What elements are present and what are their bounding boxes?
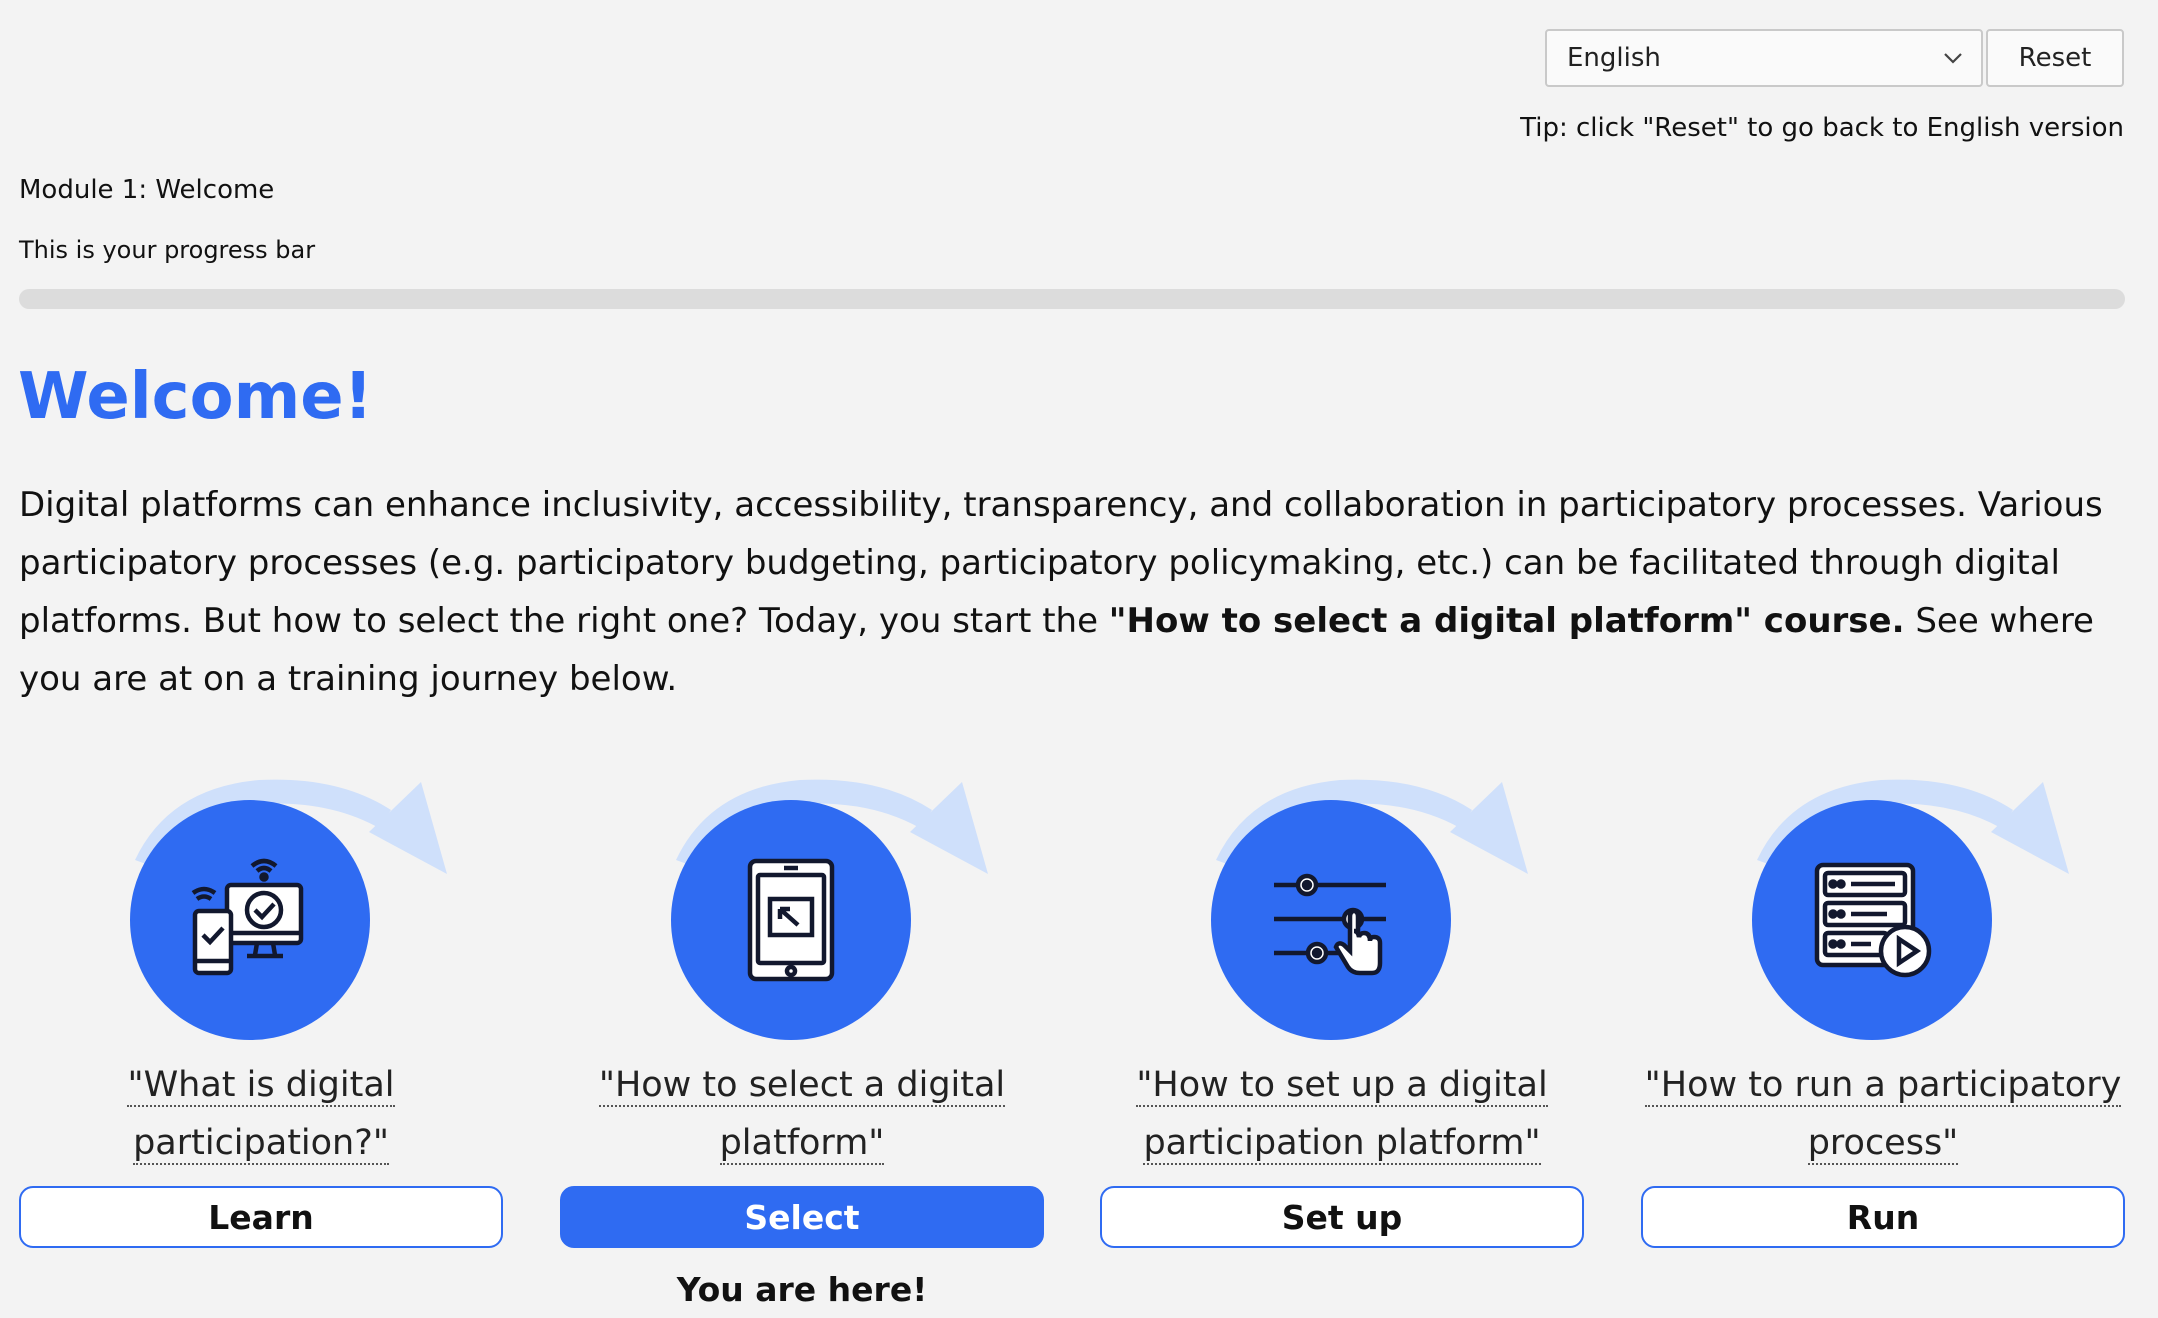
step-caption: "How to run a participatory process" [1644,1065,2122,1165]
journey-step-run: "How to run a participatory process" Run [1641,770,2125,1248]
learn-button[interactable]: Learn [19,1186,503,1248]
journey-step-select: "How to select a digital platform" Selec… [560,770,1044,1309]
language-select-value: English [1567,43,1661,73]
journey-step-learn: "What is digital participation?" Learn [19,770,503,1248]
chevron-down-icon [1944,53,1962,64]
step-caption: "What is digital participation?" [127,1065,395,1165]
progress-bar [19,289,2125,309]
step-caption: "How to select a digital platform" [598,1065,1006,1165]
module-title: Module 1: Welcome [19,175,275,205]
language-select[interactable]: English [1545,29,1983,87]
step-caption: "How to set up a digital participation p… [1136,1065,1548,1165]
page-title: Welcome! [18,360,373,434]
journey-step-setup: "How to set up a digital participation p… [1100,770,1584,1248]
reset-tip: Tip: click "Reset" to go back to English… [1520,113,2124,143]
step-icon-circle [671,800,911,1040]
step-icon-circle [1211,800,1451,1040]
reset-button[interactable]: Reset [1986,29,2124,87]
progress-label: This is your progress bar [19,236,316,264]
tablet-select-icon [747,858,835,982]
run-button[interactable]: Run [1641,1186,2125,1248]
language-controls: English Reset [1545,29,2124,87]
devices-check-icon [191,858,304,976]
setup-button[interactable]: Set up [1100,1186,1584,1248]
intro-paragraph: Digital platforms can enhance inclusivit… [19,476,2129,708]
select-button[interactable]: Select [560,1186,1044,1248]
step-icon-circle [130,800,370,1040]
server-play-icon [1814,862,1932,978]
step-icon-circle [1752,800,1992,1040]
intro-course-name: "How to select a digital platform" cours… [1108,601,1905,641]
you-are-here-label: You are here! [676,1270,928,1309]
settings-sliders-icon [1274,873,1386,976]
